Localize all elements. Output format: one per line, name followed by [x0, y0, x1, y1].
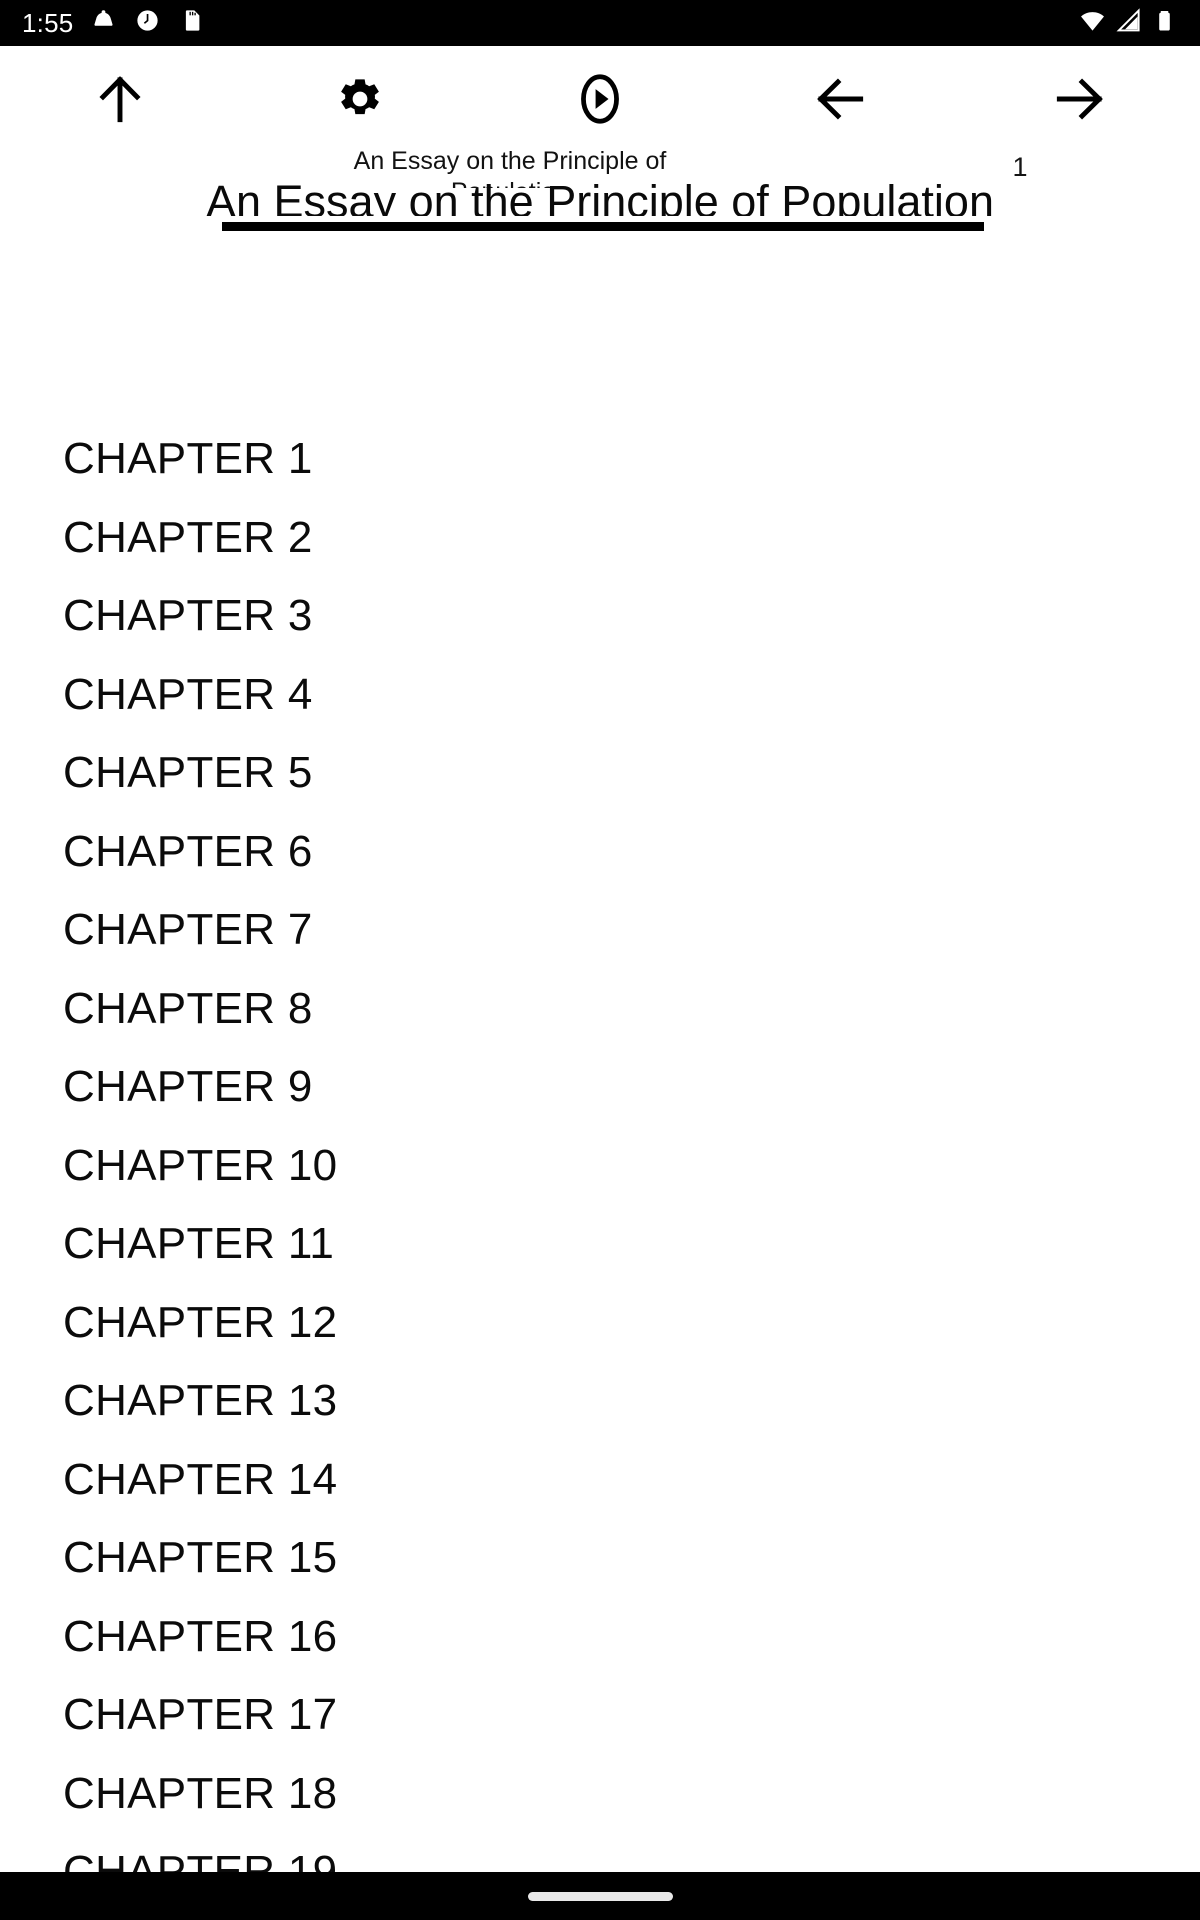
status-bar-clock: 1:55: [22, 8, 74, 38]
list-item[interactable]: CHAPTER 9: [0, 1048, 1200, 1127]
app-screen: 1:55 An Essay on the Principle of 1 An E…: [0, 0, 1200, 1920]
arrow-right-icon: [1049, 68, 1111, 135]
list-item-label: CHAPTER 7: [63, 905, 313, 955]
notification-icon: [90, 7, 117, 39]
status-bar-left: 1:55: [22, 7, 205, 39]
table-of-contents-list[interactable]: CHAPTER 1 CHAPTER 2 CHAPTER 3 CHAPTER 4 CHAP…: [0, 420, 1200, 1880]
settings-button[interactable]: [304, 46, 416, 156]
sd-card-icon: [178, 7, 205, 39]
list-item[interactable]: CHAPTER 3: [0, 577, 1200, 656]
list-item[interactable]: CHAPTER 11: [0, 1205, 1200, 1284]
alarm-icon: [134, 7, 161, 39]
list-item-label: CHAPTER 9: [63, 1062, 313, 1112]
list-item-label: CHAPTER 15: [63, 1533, 338, 1583]
list-item[interactable]: CHAPTER 5: [0, 734, 1200, 813]
list-item[interactable]: CHAPTER 1: [0, 420, 1200, 499]
gear-icon: [329, 68, 391, 135]
list-item-label: CHAPTER 5: [63, 748, 313, 798]
list-item[interactable]: CHAPTER 2: [0, 499, 1200, 578]
list-item-label: CHAPTER 16: [63, 1611, 338, 1661]
battery-icon: [1151, 7, 1178, 39]
list-item-label: CHAPTER 17: [63, 1690, 338, 1740]
play-button[interactable]: [544, 46, 656, 156]
home-gesture-pill[interactable]: [527, 1891, 673, 1901]
list-item-label: CHAPTER 3: [63, 591, 313, 641]
list-item[interactable]: CHAPTER 17: [0, 1676, 1200, 1755]
list-item[interactable]: CHAPTER 15: [0, 1519, 1200, 1598]
scroll-to-top-button[interactable]: [64, 46, 176, 156]
list-item-label: CHAPTER 6: [63, 826, 313, 876]
system-navigation-bar: [0, 1872, 1200, 1920]
list-item[interactable]: CHAPTER 10: [0, 1127, 1200, 1206]
list-item[interactable]: CHAPTER 4: [0, 656, 1200, 735]
wifi-icon: [1079, 7, 1106, 39]
next-button[interactable]: [1024, 46, 1136, 156]
list-item[interactable]: CHAPTER 13: [0, 1362, 1200, 1441]
list-item[interactable]: CHAPTER 6: [0, 813, 1200, 892]
list-item-label: CHAPTER 1: [63, 434, 313, 484]
list-item-label: CHAPTER 11: [63, 1219, 335, 1269]
title-divider: [222, 222, 984, 231]
previous-button[interactable]: [784, 46, 896, 156]
list-item-label: CHAPTER 10: [63, 1140, 338, 1190]
list-item-label: CHAPTER 4: [63, 669, 313, 719]
list-item-label: CHAPTER 8: [63, 983, 313, 1033]
status-bar: 1:55: [0, 0, 1200, 46]
cellular-signal-icon: [1115, 7, 1142, 39]
list-item[interactable]: CHAPTER 7: [0, 891, 1200, 970]
list-item[interactable]: CHAPTER 14: [0, 1441, 1200, 1520]
page-title: An Essay on the Principle of Population: [206, 176, 994, 216]
list-item[interactable]: CHAPTER 12: [0, 1284, 1200, 1363]
list-item-label: CHAPTER 13: [63, 1376, 338, 1426]
status-bar-right: [1079, 7, 1178, 39]
list-item-label: CHAPTER 12: [63, 1297, 338, 1347]
arrow-up-icon: [89, 68, 151, 135]
list-item[interactable]: CHAPTER 8: [0, 970, 1200, 1049]
list-item-label: CHAPTER 14: [63, 1454, 338, 1504]
list-item[interactable]: CHAPTER 18: [0, 1755, 1200, 1834]
arrow-left-icon: [809, 68, 871, 135]
list-item[interactable]: CHAPTER 16: [0, 1598, 1200, 1677]
list-item-label: CHAPTER 2: [63, 512, 313, 562]
play-circle-icon: [569, 68, 631, 135]
list-item-label: CHAPTER 18: [63, 1768, 338, 1818]
reader-toolbar: [0, 46, 1200, 156]
